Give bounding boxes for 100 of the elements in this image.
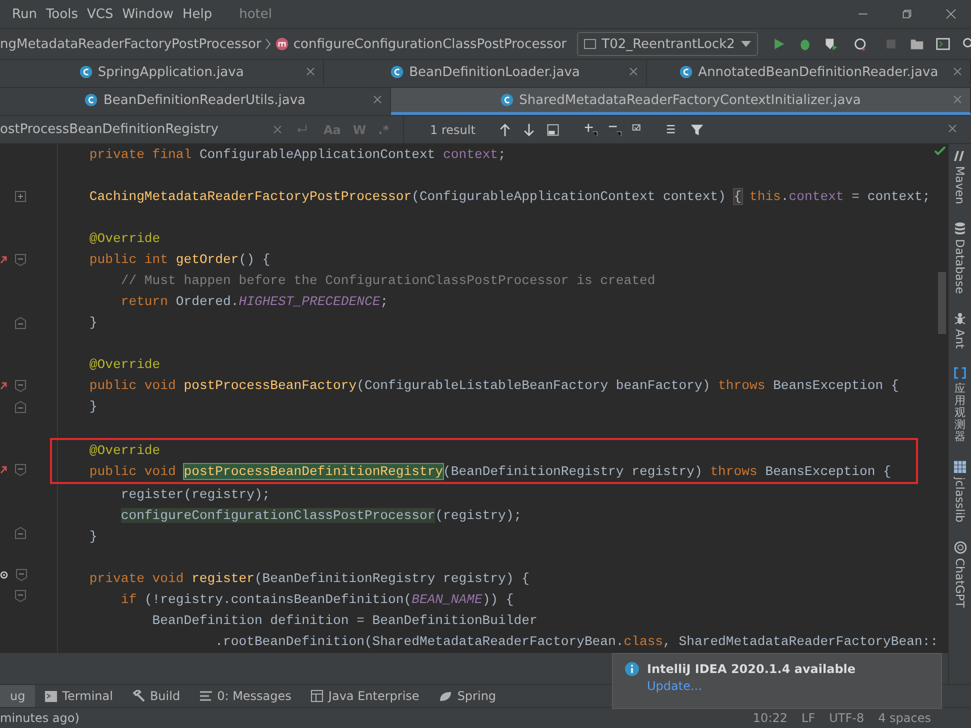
up-arrow-icon[interactable]	[498, 122, 512, 136]
terminal-icon	[45, 690, 58, 702]
code-line: @Override	[88, 356, 160, 374]
update-link[interactable]: Update...	[647, 679, 856, 693]
code-line: private void register(BeanDefinitionRegistry registry) {	[88, 570, 530, 588]
folder-icon[interactable]	[910, 37, 924, 51]
close-icon[interactable]	[629, 67, 638, 76]
code-line: BeanDefinition definition = BeanDefinitionBuilder	[151, 612, 538, 630]
editor-tab[interactable]: SharedMetadataReaderFactoryContextInitializer.java	[391, 88, 971, 115]
close-icon[interactable]	[945, 8, 957, 20]
status-item[interactable]: LF	[802, 711, 816, 725]
tool-window-label[interactable]: Maven	[953, 166, 967, 204]
code-line: public void postProcessBeanDefinitionRegistry(BeanDefinitionRegistry registry) throws BeansException {	[88, 463, 891, 481]
menu-item[interactable]: Run	[12, 6, 37, 22]
override-arrow-icon[interactable]	[0, 464, 7, 474]
hammer-icon	[132, 690, 145, 702]
leaf-icon	[439, 690, 452, 702]
fold-collapse-icon[interactable]	[16, 568, 27, 580]
tool-window-button[interactable]: ug	[0, 685, 36, 707]
menu-item[interactable]: Help	[182, 6, 212, 22]
status-item[interactable]: 4 spaces	[878, 711, 931, 725]
table-icon	[311, 690, 324, 702]
close-icon[interactable]	[953, 67, 962, 76]
code-line: return Ordered.HIGHEST_PRECEDENCE;	[120, 293, 388, 311]
bracket-frame-icon[interactable]	[954, 366, 966, 379]
run-icon[interactable]	[772, 37, 786, 51]
breadcrumb[interactable]: configureConfigurationClassPostProcessor	[275, 36, 567, 52]
code-line: // Must happen before the ConfigurationClassPostProcessor is created	[120, 272, 656, 290]
fold-collapse-icon[interactable]	[15, 380, 26, 392]
tool-window-button[interactable]: Terminal	[35, 685, 123, 707]
editor-tab[interactable]: BeanDefinitionLoader.java	[324, 60, 648, 87]
fold-end-icon[interactable]	[15, 400, 26, 412]
tool-window-button[interactable]: Spring	[429, 685, 506, 707]
code-line: }	[88, 398, 98, 416]
check-icon	[934, 146, 946, 156]
class-file-icon	[78, 65, 93, 79]
lines-icon	[200, 691, 212, 701]
tool-window-label[interactable]: ChatGPT	[953, 558, 967, 608]
class-file-icon	[679, 65, 694, 79]
method-icon	[275, 37, 290, 51]
grid-table-icon[interactable]	[954, 461, 966, 474]
close-icon[interactable]	[306, 67, 315, 76]
code-line: .rootBeanDefinition(SharedMetadataReaderFactoryBean.class, SharedMetadataReaderFactoryBean::	[214, 633, 938, 651]
fold-collapse-icon[interactable]	[15, 254, 26, 266]
chevron-icon	[265, 38, 272, 50]
tool-window-label[interactable]: jclasslib	[953, 477, 967, 523]
fold-collapse-icon[interactable]	[15, 590, 26, 602]
close-icon[interactable]	[373, 95, 382, 104]
scrollbar-thumb[interactable]	[938, 272, 946, 334]
class-file-icon	[390, 65, 404, 79]
fold-end-icon[interactable]	[15, 316, 26, 328]
clear-icon[interactable]	[272, 125, 282, 134]
code-editor[interactable]	[0, 144, 948, 653]
menu-item[interactable]: Tools	[46, 6, 78, 22]
tool-window-label[interactable]: Ant	[953, 329, 967, 349]
database-icon[interactable]	[954, 222, 966, 236]
code-line: @Override	[88, 442, 160, 460]
code-line: if (!registry.containsBeanDefinition(BEAN_NAME)) {	[120, 591, 514, 609]
code-line: configureConfigurationClassPostProcessor(registry);	[120, 507, 522, 525]
shield-icon[interactable]	[824, 37, 838, 51]
breadcrumb[interactable]: ngMetadataReaderFactoryPostProcessor	[0, 36, 272, 52]
ant-icon[interactable]	[954, 312, 966, 326]
code-line: CachingMetadataReaderFactoryPostProcessor(ConfigurableApplicationContext context) { this.context = context;	[88, 188, 930, 206]
project-title: hotel	[239, 6, 272, 22]
code-line: }	[88, 528, 98, 546]
menu-item[interactable]: Window	[122, 6, 174, 22]
tool-window-label[interactable]: Database	[953, 239, 967, 294]
class-file-icon	[500, 93, 514, 107]
override-arrow-icon[interactable]	[0, 254, 7, 264]
restore-icon[interactable]	[901, 8, 913, 20]
tool-window-button[interactable]: Build	[122, 685, 190, 707]
code-line: register(registry);	[120, 486, 270, 504]
fold-expand-icon[interactable]	[15, 191, 26, 202]
menu-item[interactable]: VCS	[86, 6, 114, 22]
fold-collapse-icon[interactable]	[15, 464, 26, 476]
window-icon	[584, 39, 596, 49]
close-icon[interactable]	[948, 124, 957, 133]
result-count: 1 result	[430, 122, 476, 136]
select-all-icon[interactable]	[546, 122, 560, 136]
tool-window-button[interactable]: 0: Messages	[190, 685, 302, 707]
status-item[interactable]: UTF-8	[829, 711, 864, 725]
code-line: public void postProcessBeanFactory(ConfigurableListableBeanFactory beanFactory) throws BeansException {	[88, 377, 899, 395]
filter-icon[interactable]	[690, 122, 704, 136]
tool-window-button[interactable]: Java Enterprise	[301, 685, 430, 707]
fold-end-icon[interactable]	[15, 526, 26, 538]
run-configuration-dropdown[interactable]: T02_ReentrantLock2	[576, 32, 758, 56]
status-message: minutes ago)	[0, 711, 80, 725]
layout-icon[interactable]	[936, 37, 950, 51]
tool-window-label[interactable]: 应用观测器	[954, 382, 966, 444]
class-file-icon	[84, 93, 98, 107]
code-line: private final ConfigurableApplicationContext context;	[88, 146, 506, 164]
code-line: }	[88, 314, 98, 332]
add-occurrence-icon[interactable]	[584, 122, 598, 136]
code-line: public int getOrder() {	[88, 251, 270, 269]
down-arrow-icon[interactable]	[522, 122, 536, 136]
info-icon	[625, 662, 639, 676]
status-item[interactable]: 10:22	[752, 711, 788, 725]
override-arrow-icon[interactable]	[0, 380, 7, 390]
caret-icon	[740, 41, 751, 47]
code-line: @Override	[88, 230, 160, 248]
